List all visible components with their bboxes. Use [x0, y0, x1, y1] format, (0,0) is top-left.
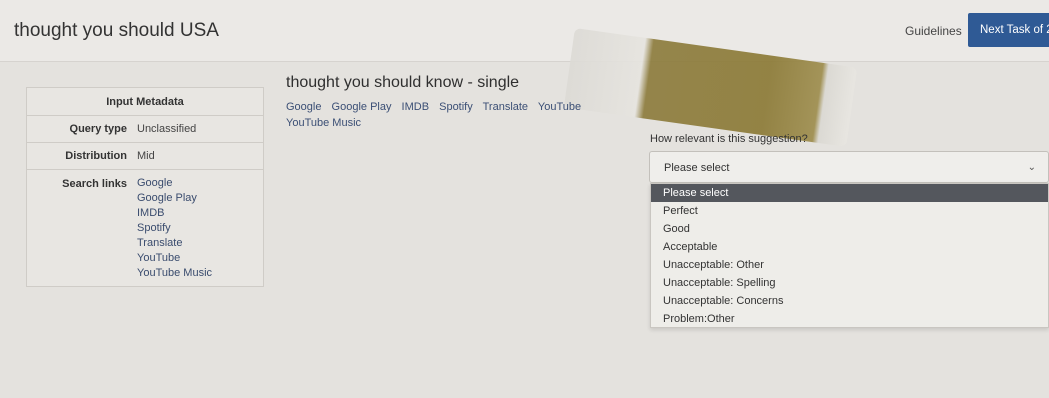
query-link-spotify[interactable]: Spotify	[439, 101, 473, 113]
query-type-row: Query type Unclassified	[27, 116, 263, 143]
search-link-youtube-music[interactable]: YouTube Music	[137, 267, 212, 279]
input-metadata-panel: Input Metadata Query type Unclassified D…	[26, 87, 264, 287]
query-type-value: Unclassified	[137, 123, 197, 135]
query-link-translate[interactable]: Translate	[483, 101, 528, 113]
option-unacceptable-concerns[interactable]: Unacceptable: Concerns	[651, 292, 1048, 310]
query-link-imdb[interactable]: IMDB	[402, 101, 430, 113]
query-link-google-play[interactable]: Google Play	[332, 101, 392, 113]
search-link-translate[interactable]: Translate	[137, 237, 212, 249]
distribution-row: Distribution Mid	[27, 143, 263, 170]
chevron-down-icon: ⌄	[1027, 162, 1036, 173]
relevance-select[interactable]: Please select ⌄	[649, 151, 1049, 183]
guidelines-link[interactable]: Guidelines	[905, 24, 962, 38]
query-link-youtube[interactable]: YouTube	[538, 101, 581, 113]
top-bar: thought you should USA Guidelines Next T…	[0, 0, 1049, 62]
query-link-youtube-music[interactable]: YouTube Music	[286, 117, 361, 129]
distribution-value: Mid	[137, 150, 155, 162]
search-link-google[interactable]: Google	[137, 177, 212, 189]
next-task-button[interactable]: Next Task of 22	[968, 13, 1049, 47]
page-title: thought you should USA	[14, 20, 219, 41]
search-link-imdb[interactable]: IMDB	[137, 207, 212, 219]
option-unacceptable-spelling[interactable]: Unacceptable: Spelling	[651, 274, 1048, 292]
relevance-question: How relevant is this suggestion?	[650, 133, 808, 145]
search-link-youtube[interactable]: YouTube	[137, 252, 212, 264]
option-perfect[interactable]: Perfect	[651, 202, 1048, 220]
query-type-label: Query type	[69, 123, 127, 135]
query-title: thought you should know - single	[286, 74, 520, 91]
option-please-select[interactable]: Please select	[651, 184, 1048, 202]
distribution-label: Distribution	[65, 150, 127, 162]
search-link-spotify[interactable]: Spotify	[137, 222, 212, 234]
panel-heading: Input Metadata	[27, 88, 263, 116]
query-link-google[interactable]: Google	[286, 101, 321, 113]
option-unacceptable-other[interactable]: Unacceptable: Other	[651, 256, 1048, 274]
query-links: Google Google Play IMDB Spotify Translat…	[286, 99, 596, 131]
relevance-options-list: Please select Perfect Good Acceptable Un…	[650, 183, 1049, 328]
option-problem-other[interactable]: Problem:Other	[651, 310, 1048, 328]
search-links-list: Google Google Play IMDB Spotify Translat…	[137, 177, 212, 279]
search-links-row: Search links Google Google Play IMDB Spo…	[27, 170, 263, 279]
option-good[interactable]: Good	[651, 220, 1048, 238]
search-link-google-play[interactable]: Google Play	[137, 192, 212, 204]
search-links-label: Search links	[62, 178, 127, 190]
relevance-select-value: Please select	[664, 162, 730, 174]
option-acceptable[interactable]: Acceptable	[651, 238, 1048, 256]
